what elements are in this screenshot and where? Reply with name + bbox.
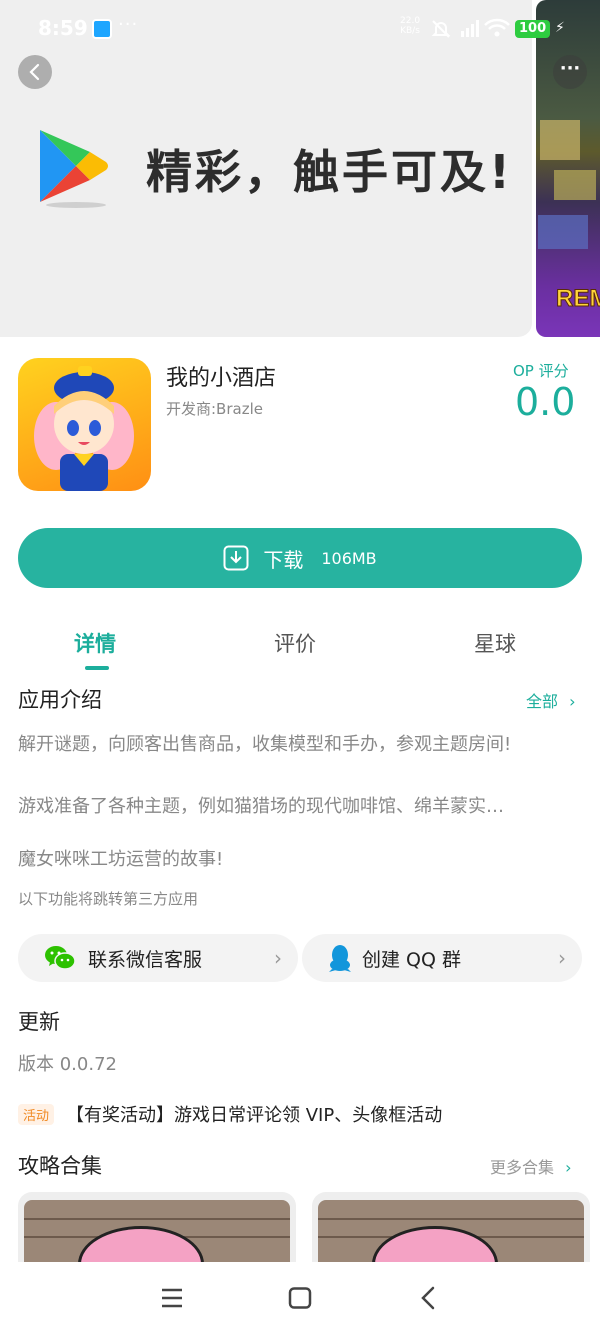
guide-card[interactable] xyxy=(312,1192,590,1267)
notification-app-icon xyxy=(92,19,112,39)
activity-link[interactable]: 【有奖活动】游戏日常评论领 VIP、头像框活动 xyxy=(66,1101,442,1127)
description-line: 解开谜题，向顾客出售商品，收集模型和手办，参观主题房间! xyxy=(18,734,512,755)
chevron-left-icon xyxy=(29,63,40,81)
google-play-logo-icon xyxy=(40,130,108,208)
menu-icon[interactable] xyxy=(160,1287,184,1309)
wechat-icon xyxy=(45,946,76,970)
download-button[interactable]: 下载 106MB xyxy=(18,528,582,588)
download-label: 下载 xyxy=(263,547,304,572)
intro-all-link[interactable]: 全部 › xyxy=(526,688,576,712)
back-button[interactable] xyxy=(18,55,52,89)
download-icon xyxy=(223,545,249,571)
third-party-note: 以下功能将跳转第三方应用 xyxy=(18,890,199,908)
description-line: 游戏准备了各种主题，例如猫猎场的现代咖啡馆、绵羊蒙实… xyxy=(18,796,504,817)
app-name: 我的小酒店 xyxy=(166,366,277,391)
notification-more-icon: ··· xyxy=(118,14,139,35)
chevron-right-icon: › xyxy=(569,692,576,711)
banner-side-text: REM xyxy=(555,285,600,313)
qq-icon xyxy=(329,945,351,972)
chevron-right-icon: › xyxy=(274,946,282,970)
active-tab-indicator xyxy=(85,666,109,670)
wechat-service-label: 联系微信客服 xyxy=(88,949,203,971)
description-line: 魔女咪咪工坊运营的故事! xyxy=(18,849,224,870)
back-icon[interactable] xyxy=(418,1285,438,1311)
download-size: 106MB xyxy=(321,548,377,568)
version-text: 版本 0.0.72 xyxy=(18,1054,117,1075)
developer-name: 开发商:Brazle xyxy=(166,400,263,418)
qq-group-button[interactable]: 创建 QQ 群 › xyxy=(302,934,582,982)
op-score-label: OP 评分 xyxy=(513,362,569,380)
charging-icon: ⚡ xyxy=(555,20,565,36)
tab-review[interactable]: 评价 xyxy=(274,628,316,658)
guides-more-label: 更多合集 xyxy=(490,1158,555,1177)
status-time: 8:59 xyxy=(38,16,88,40)
chevron-right-icon: › xyxy=(558,946,566,970)
app-icon xyxy=(18,358,151,491)
mute-icon xyxy=(431,20,451,38)
banner-next-image[interactable]: REM xyxy=(536,0,600,337)
battery-indicator: 100 xyxy=(515,20,551,38)
intro-section-title: 应用介绍 xyxy=(18,688,102,712)
chevron-right-icon: › xyxy=(565,1158,572,1177)
op-score-value: 0.0 xyxy=(515,380,576,424)
update-section-title: 更新 xyxy=(18,1010,60,1034)
qq-group-label: 创建 QQ 群 xyxy=(362,949,461,971)
network-speed: 22.0 KB/s xyxy=(400,16,421,36)
guides-section-title: 攻略合集 xyxy=(18,1154,102,1178)
tab-detail[interactable]: 详情 xyxy=(74,628,116,658)
guides-more-link[interactable]: 更多合集 › xyxy=(490,1154,572,1178)
guide-card[interactable] xyxy=(18,1192,296,1267)
wechat-service-button[interactable]: 联系微信客服 › xyxy=(18,934,298,982)
tab-planet[interactable]: 星球 xyxy=(474,628,516,658)
wifi-icon xyxy=(484,18,510,37)
home-icon[interactable] xyxy=(288,1287,312,1309)
activity-badge: 活动 xyxy=(18,1104,55,1125)
intro-all-label: 全部 xyxy=(526,692,559,711)
banner-slogan: 精彩，触手可及! xyxy=(146,145,513,199)
more-options-button[interactable]: ··· xyxy=(553,55,587,89)
signal-icon xyxy=(461,20,479,37)
